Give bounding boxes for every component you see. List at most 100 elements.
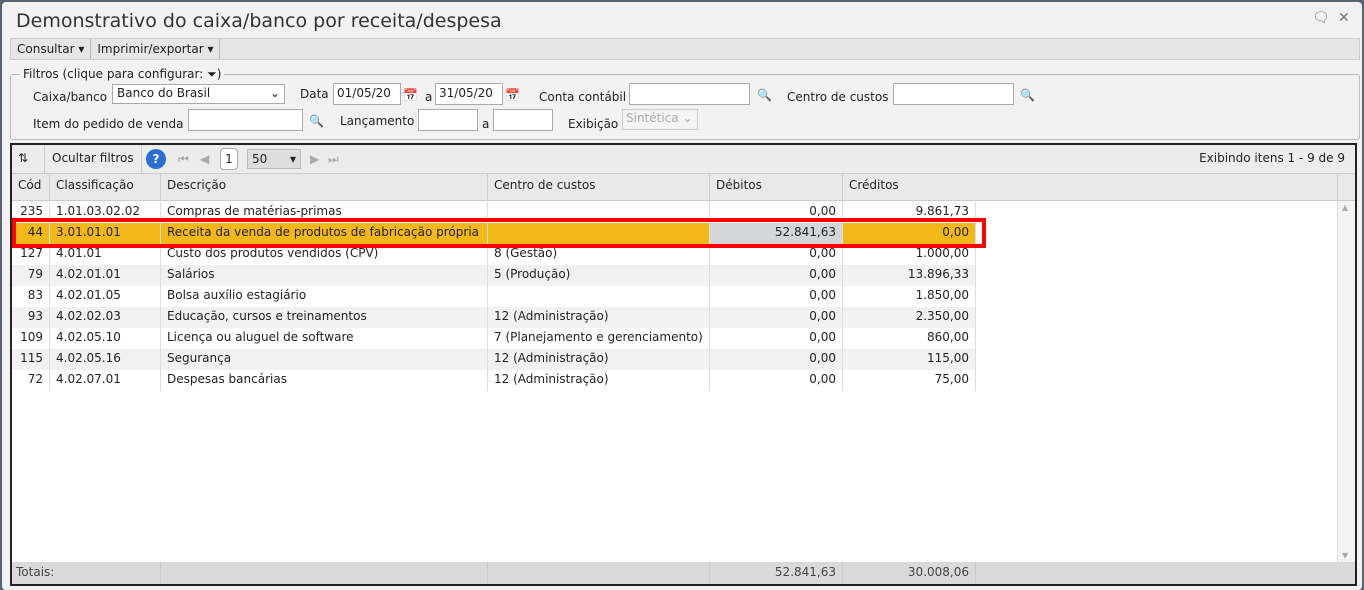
data-grid: ⇅ Ocultar filtros ? ⏮ ◀ 1 50 ▾ ▶ ⏭ Exibin… [10,143,1357,586]
scroll-up-icon: ▲ [1342,203,1349,212]
col-descricao[interactable]: Descrição [161,174,488,200]
cell-classificacao: 4.02.05.16 [50,349,161,370]
date-from-input[interactable]: 01/05/20 [333,83,401,105]
totals-creditos: 30.008,06 [843,562,976,584]
conta-label: Conta contábil [539,90,627,104]
cell-centro: 7 (Planejamento e gerenciamento) [488,328,710,349]
data-label: Data [300,87,329,101]
cell-creditos: 2.350,00 [843,307,976,328]
centro-input[interactable] [893,83,1014,105]
to-label: a [482,117,490,131]
table-row[interactable]: 93 4.02.02.03 Educação, cursos e treinamen… [12,307,976,328]
table-row[interactable]: 115 4.02.05.16 Segurança 12 (Administração)… [12,349,976,370]
cell-cod: 72 [12,370,50,391]
lancamento-label: Lançamento [340,114,415,128]
cell-cod: 83 [12,286,50,307]
lancamento-from-input[interactable] [418,109,478,131]
cell-debitos: 0,00 [710,265,843,286]
cell-creditos: 860,00 [843,328,976,349]
calendar-icon[interactable]: 📅 [403,88,418,102]
col-cod[interactable]: Cód [12,174,50,200]
cell-centro [488,286,710,307]
cell-classificacao: 4.02.01.01 [50,265,161,286]
totals-debitos: 52.841,63 [710,562,843,584]
grid-toolbar: ⇅ Ocultar filtros ? ⏮ ◀ 1 50 ▾ ▶ ⏭ Exibin… [12,145,1355,174]
col-centro[interactable]: Centro de custos [488,174,710,200]
page-size-select[interactable]: 50 ▾ [247,149,301,169]
items-status: Exibindo itens 1 - 9 de 9 [1199,151,1345,165]
cell-cod: 115 [12,349,50,370]
cell-cod: 109 [12,328,50,349]
caixa-select[interactable]: Banco do Brasil ⌄ [112,84,285,104]
cell-centro: 5 (Produção) [488,265,710,286]
cell-centro: 12 (Administração) [488,370,710,391]
cell-debitos: 0,00 [710,349,843,370]
search-icon[interactable]: 🔍 [757,88,772,102]
table-row[interactable]: 79 4.02.01.01 Salários 5 (Produção) 0,00 13.8… [12,265,976,286]
hide-filters-button[interactable]: Ocultar filtros [44,145,142,173]
caixa-label: Caixa/banco [33,90,108,104]
cell-debitos: 0,00 [710,370,843,391]
cell-debitos: 0,00 [710,328,843,349]
cell-descricao: Despesas bancárias [161,370,488,391]
cell-creditos: 75,00 [843,370,976,391]
menu-consultar[interactable]: Consultar ▾ [11,39,92,59]
highlight-box [12,218,986,248]
item-label: Item do pedido de venda [33,117,184,131]
lancamento-to-input[interactable] [493,109,553,131]
cell-descricao: Salários [161,265,488,286]
close-icon[interactable]: ✕ [1338,10,1350,26]
col-classificacao[interactable]: Classificação [50,174,161,200]
table-row[interactable]: 83 4.02.01.05 Bolsa auxílio estagiário 0,00… [12,286,976,307]
cell-centro: 12 (Administração) [488,307,710,328]
cell-creditos: 115,00 [843,349,976,370]
centro-label: Centro de custos [787,90,889,104]
to-label: a [425,90,433,104]
cell-creditos: 1.850,00 [843,286,976,307]
cell-classificacao: 4.02.05.10 [50,328,161,349]
filter-icon: ⏷ [207,67,217,81]
chat-icon[interactable]: 🗨 [1312,10,1330,26]
menu-imprimir-exportar[interactable]: Imprimir/exportar ▾ [91,39,221,59]
totals-label: Totais: [12,562,161,584]
search-icon[interactable]: 🔍 [1020,88,1035,102]
cell-cod: 93 [12,307,50,328]
cell-debitos: 0,00 [710,307,843,328]
grid-header: Cód Classificação Descrição Centro de cu… [12,174,1355,201]
table-row[interactable]: 72 4.02.07.01 Despesas bancárias 12 (Admini… [12,370,976,391]
first-page-icon[interactable]: ⏮ [178,152,189,167]
exibicao-label: Exibição [568,117,619,131]
cell-centro: 12 (Administração) [488,349,710,370]
page-number[interactable]: 1 [220,148,238,170]
calendar-icon[interactable]: 📅 [505,88,520,102]
cell-classificacao: 4.02.02.03 [50,307,161,328]
scroll-down-icon: ▼ [1342,551,1349,560]
window-title: Demonstrativo do caixa/banco por receita… [16,10,502,32]
cell-creditos: 13.896,33 [843,265,976,286]
cell-cod: 79 [12,265,50,286]
refresh-icon[interactable]: ⇅ [18,151,28,165]
item-input[interactable] [188,109,303,131]
table-row[interactable]: 109 4.02.05.10 Licença ou aluguel de softw… [12,328,976,349]
exibicao-select[interactable]: Sintética ⌄ [622,109,698,130]
cell-descricao: Segurança [161,349,488,370]
cell-descricao: Bolsa auxílio estagiário [161,286,488,307]
search-icon[interactable]: 🔍 [309,114,324,128]
filters-legend[interactable]: Filtros (clique para configurar: ⏷) [20,67,225,82]
date-to-input[interactable]: 31/05/20 [435,83,503,105]
help-icon[interactable]: ? [146,149,166,169]
totals-row: Totais: 52.841,63 30.008,06 [12,562,1355,584]
cell-debitos: 0,00 [710,286,843,307]
cell-descricao: Licença ou aluguel de software [161,328,488,349]
col-creditos[interactable]: Créditos [843,174,1338,200]
prev-page-icon[interactable]: ◀ [200,152,209,166]
last-page-icon[interactable]: ⏭ [328,152,339,167]
col-debitos[interactable]: Débitos [710,174,843,200]
vertical-scrollbar[interactable]: ▲ ▼ [1337,201,1355,562]
menubar: Consultar ▾ Imprimir/exportar ▾ [10,38,1360,60]
cell-descricao: Educação, cursos e treinamentos [161,307,488,328]
next-page-icon[interactable]: ▶ [310,152,319,166]
conta-input[interactable] [629,83,750,105]
cell-classificacao: 4.02.07.01 [50,370,161,391]
cell-classificacao: 4.02.01.05 [50,286,161,307]
